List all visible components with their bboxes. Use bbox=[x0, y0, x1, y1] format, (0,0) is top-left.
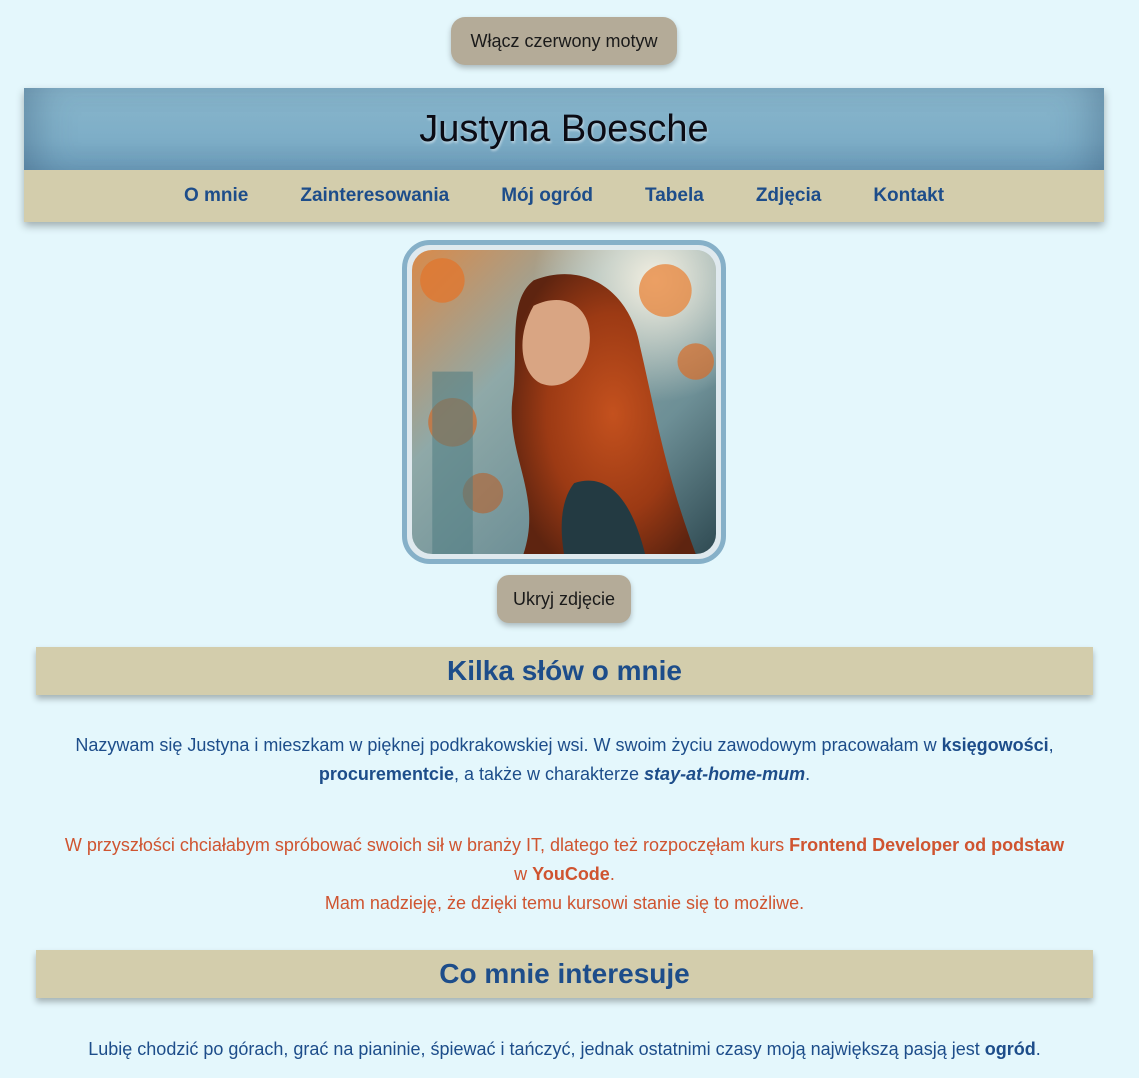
about-text: Nazywam się Justyna i mieszkam w pięknej… bbox=[75, 735, 942, 755]
interests-text: Lubię chodzić po górach, grać na pianini… bbox=[88, 1039, 985, 1059]
about-text: , bbox=[1048, 735, 1054, 755]
about-highlight-accounting: księgowości bbox=[941, 735, 1049, 755]
future-text: . bbox=[609, 864, 615, 884]
nav-link-o-mnie[interactable]: O mnie bbox=[184, 185, 248, 207]
nav-link-zainteresowania[interactable]: Zainteresowania bbox=[300, 185, 449, 207]
interests-highlight-garden: ogród bbox=[984, 1039, 1036, 1059]
nav-link-kontakt[interactable]: Kontakt bbox=[873, 185, 944, 207]
interests-heading: Co mnie interesuje bbox=[36, 950, 1093, 998]
interests-paragraph: Lubię chodzić po górach, grać na pianini… bbox=[40, 1035, 1089, 1064]
site-header: Justyna Boesche O mnie Zainteresowania M… bbox=[24, 88, 1104, 222]
theme-toggle-button[interactable]: Włącz czerwony motyw bbox=[451, 17, 677, 65]
future-text: W przyszłości chciałabym spróbować swoic… bbox=[64, 835, 790, 855]
site-title: Justyna Boesche bbox=[419, 107, 709, 150]
school-name: YouCode bbox=[532, 864, 610, 884]
about-paragraph-2: W przyszłości chciałabym spróbować swoic… bbox=[40, 831, 1089, 918]
header-banner: Justyna Boesche bbox=[24, 88, 1104, 170]
about-highlight-stay-at-home: stay-at-home-mum bbox=[644, 764, 806, 784]
about-paragraph-1: Nazywam się Justyna i mieszkam w pięknej… bbox=[40, 731, 1089, 789]
main-nav: O mnie Zainteresowania Mój ogród Tabela … bbox=[24, 170, 1104, 222]
about-heading: Kilka słów o mnie bbox=[36, 647, 1093, 695]
future-text: w bbox=[514, 864, 533, 884]
future-text: Mam nadzieję, że dzięki temu kursowi sta… bbox=[324, 893, 805, 913]
about-text: . bbox=[805, 764, 811, 784]
course-name: Frontend Developer od podstaw bbox=[789, 835, 1065, 855]
nav-link-tabela[interactable]: Tabela bbox=[645, 185, 704, 207]
about-text: , a także w charakterze bbox=[453, 764, 645, 784]
profile-photo-frame bbox=[402, 240, 726, 564]
interests-text: . bbox=[1035, 1039, 1041, 1059]
nav-link-zdjecia[interactable]: Zdjęcia bbox=[756, 185, 821, 207]
hide-photo-button[interactable]: Ukryj zdjęcie bbox=[497, 575, 631, 623]
about-highlight-procurement: procurementcie bbox=[318, 764, 454, 784]
profile-photo bbox=[412, 250, 716, 554]
nav-link-moj-ogrod[interactable]: Mój ogród bbox=[501, 185, 593, 207]
